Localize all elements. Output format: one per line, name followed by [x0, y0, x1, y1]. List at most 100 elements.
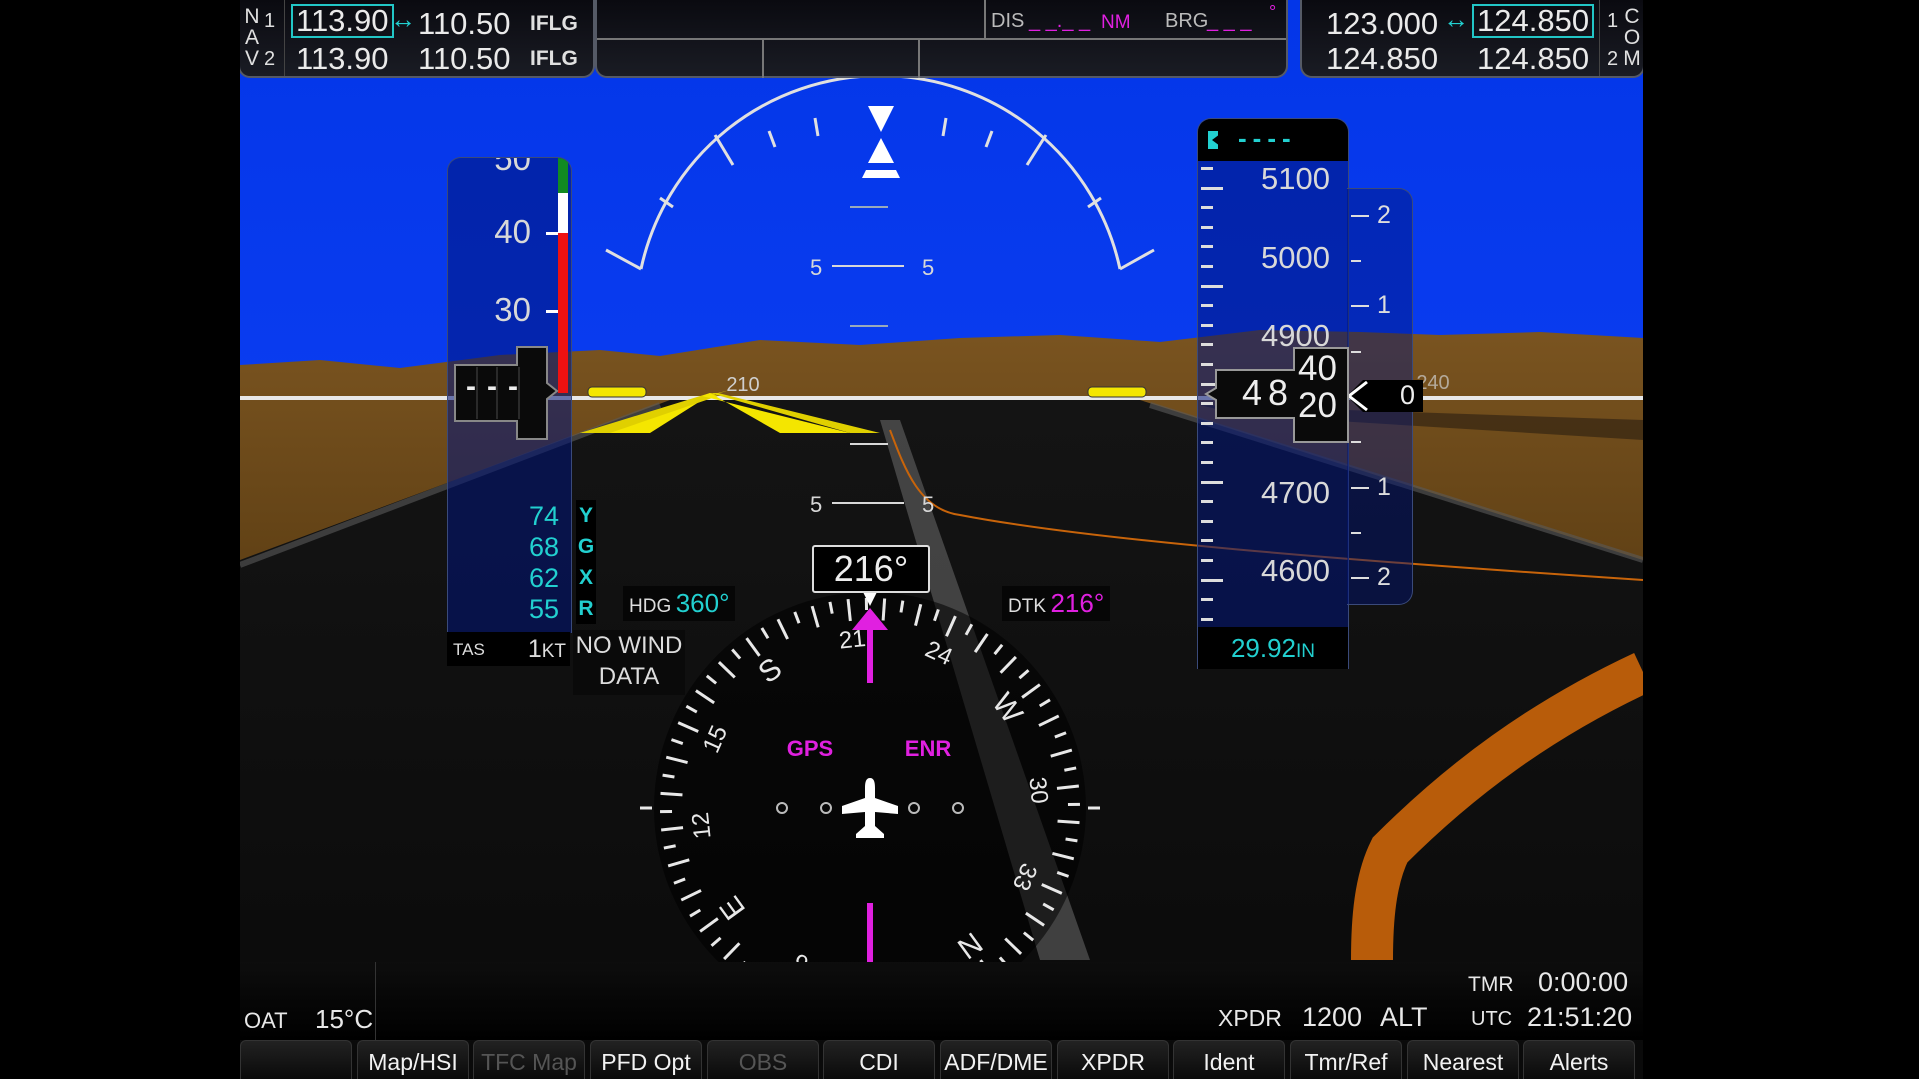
- altitude-label-4700: 4700: [1261, 475, 1330, 510]
- nav1-active-freq[interactable]: 113.90: [291, 4, 394, 38]
- altitude-tick: [1201, 225, 1213, 229]
- softkey-adf-dme[interactable]: ADF/DME: [940, 1040, 1052, 1079]
- vsi-tick-1-up: [1351, 305, 1369, 307]
- compass-tick: [1057, 819, 1080, 825]
- softkey-tmr-ref-label: Tmr/Ref: [1304, 1049, 1388, 1075]
- vsi-tick-1-5-down: [1351, 532, 1361, 534]
- softkey-obs-label: OBS: [738, 1049, 788, 1075]
- hsi-compass: N36E1215S2124W3033GPSENR: [640, 590, 1100, 1024]
- swap-arrows-icon[interactable]: ↔: [1443, 4, 1469, 35]
- tmr-value[interactable]: 0:00:00: [1538, 967, 1628, 998]
- vsi-tick-2-down: [1351, 577, 1369, 579]
- vspeed-value-x: 62: [528, 563, 559, 593]
- altitude-roller-lower: 20: [1298, 386, 1337, 425]
- baro-box[interactable]: 29.92IN: [1198, 627, 1348, 669]
- softkey-map-hsi[interactable]: Map/HSI: [357, 1040, 469, 1079]
- vspeed-code-g: G: [577, 535, 595, 558]
- nav1-ident: IFLG: [530, 12, 578, 35]
- utc-label: UTC: [1471, 1008, 1513, 1030]
- altitude-tick: [1201, 186, 1223, 190]
- heading-readout-box: 216°: [812, 545, 930, 593]
- softkey-1[interactable]: [240, 1040, 352, 1079]
- com-letter-m: M: [1623, 47, 1641, 70]
- softkey-tfc-map[interactable]: TFC Map: [473, 1040, 585, 1079]
- brg-label: BRG: [1165, 10, 1209, 32]
- xpdr-code[interactable]: 1200: [1302, 1002, 1362, 1033]
- vspeed-code-x: X: [578, 566, 593, 589]
- altitude-tick: [1201, 559, 1213, 562]
- altitude-label-4600: 4600: [1261, 553, 1330, 588]
- altitude-tick: [1201, 323, 1213, 327]
- vsi-tick-1-down: [1351, 487, 1369, 489]
- softkey-xpdr[interactable]: XPDR: [1057, 1040, 1169, 1079]
- waypoint-box-vline-2: [918, 40, 920, 78]
- dis-unit: NM: [1101, 12, 1131, 33]
- brg-unit: °: [1269, 2, 1277, 22]
- vspeed-code-r: R: [578, 597, 594, 620]
- softkey-tmr-ref[interactable]: Tmr/Ref: [1290, 1040, 1402, 1079]
- vsi-tick-05-down: [1351, 441, 1361, 443]
- nav1-standby-freq[interactable]: 110.50: [418, 6, 511, 42]
- swap-arrows-icon[interactable]: ↔: [390, 4, 416, 35]
- dis-label: DIS: [991, 10, 1025, 32]
- roll-slip-indicator: [862, 170, 900, 178]
- aircraft-wing-right: [1087, 386, 1147, 398]
- baro-unit: IN: [1296, 641, 1316, 662]
- softkey-cdi[interactable]: CDI: [823, 1040, 935, 1079]
- compass-label-30: 30: [1023, 776, 1053, 805]
- tas-label: TAS: [453, 640, 485, 659]
- dis-value: _ _._ _: [1029, 10, 1091, 32]
- altitude-tick: [1201, 578, 1223, 582]
- compass-tick: [1065, 837, 1078, 843]
- nav-letter-v: V: [244, 47, 259, 70]
- vsi-tick-1-5-up: [1351, 260, 1361, 262]
- com-divider: [1599, 0, 1600, 76]
- nav-letter-a: A: [244, 26, 259, 49]
- nav1-index: 1: [264, 10, 276, 32]
- nav2-ident: IFLG: [530, 47, 578, 70]
- nav2-active-freq[interactable]: 113.90: [296, 41, 389, 77]
- softkey-ident[interactable]: Ident: [1173, 1040, 1285, 1079]
- compass-tick: [660, 791, 683, 797]
- altitude-tick: [1201, 598, 1213, 602]
- softkey-pfd-opt[interactable]: PFD Opt: [590, 1040, 702, 1079]
- altitude-tick: [1201, 539, 1213, 543]
- tmr-label: TMR: [1468, 973, 1514, 996]
- softkey-cdi-label: CDI: [859, 1049, 899, 1075]
- oat-value: 15°C: [315, 1004, 374, 1034]
- softkey-nearest[interactable]: Nearest: [1407, 1040, 1519, 1079]
- xpdr-mode[interactable]: ALT: [1380, 1002, 1428, 1033]
- airspeed-label-40: 40: [494, 213, 531, 250]
- nav-mode-label: ENR: [905, 736, 952, 761]
- course-arrow-shaft: [867, 628, 873, 683]
- com2-active-freq[interactable]: 124.850: [1326, 41, 1438, 77]
- softkey-alerts[interactable]: Alerts: [1523, 1040, 1635, 1079]
- altitude-tick: [1201, 519, 1213, 523]
- altitude-label-5000: 5000: [1261, 240, 1330, 275]
- waypoint-box-hline: [597, 38, 1286, 40]
- selected-altitude-value: ----: [1238, 123, 1297, 153]
- nav2-standby-freq[interactable]: 110.50: [418, 41, 511, 77]
- airspeed-label-50: 50: [494, 157, 531, 177]
- softkey-obs[interactable]: OBS: [707, 1040, 819, 1079]
- altitude-tick: [1201, 617, 1213, 621]
- dtk-box: DTK 216°: [1002, 586, 1111, 621]
- com1-active-freq[interactable]: 123.000: [1326, 6, 1438, 42]
- selected-altitude-box[interactable]: ----: [1198, 119, 1348, 161]
- com2-standby-freq[interactable]: 124.850: [1477, 41, 1589, 77]
- com-radio-box: 123.000 ↔ 124.850 124.850 124.850 1 2 C …: [1300, 0, 1643, 78]
- compass-label-12: 12: [687, 811, 717, 840]
- altitude-roller-upper: 40: [1298, 349, 1337, 388]
- hdg-value: 360°: [675, 588, 730, 618]
- altitude-tick: [1201, 480, 1223, 484]
- airspeed-band-white: [558, 193, 568, 233]
- vspeed-value-r: 55: [528, 594, 559, 624]
- primary-flight-display: 210 240 5 5 5 5 N A V 1 2 113.90 ↔ 110.5…: [240, 0, 1643, 1079]
- tas-number: 1: [527, 635, 542, 663]
- heading-readout: 216°: [833, 548, 909, 589]
- pitch-label-up-left: 5: [810, 255, 822, 280]
- altitude-current-hundreds: 48: [1242, 372, 1295, 413]
- com1-standby-freq[interactable]: 124.850: [1472, 4, 1595, 38]
- vsi-tick-05-up: [1351, 351, 1361, 353]
- hdg-box[interactable]: HDG 360°: [623, 586, 736, 621]
